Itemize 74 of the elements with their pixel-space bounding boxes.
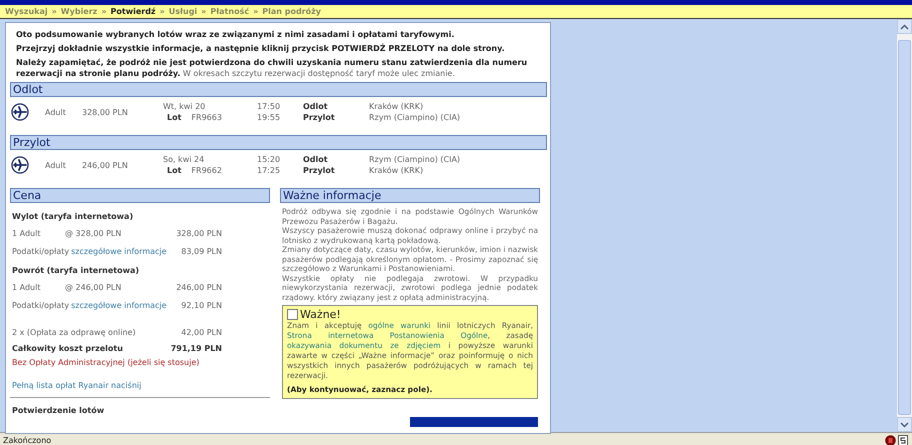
- departure-airport: Kraków (KRK): [369, 101, 424, 112]
- details-link[interactable]: szczegółowe informacje: [71, 247, 167, 257]
- flight-date: So, kwi 24: [163, 154, 206, 165]
- fees-list-link[interactable]: Pełną lista opłat Ryanair naciśnij: [12, 381, 270, 390]
- passenger-type: Adult: [45, 160, 67, 170]
- intro-text: Należy zapamiętać, że podróż nie jest potwierdzona do chwili uzyskania numeru stanu zatwierdzenia dla numeru rezerwacji na stronie planu podróży. W okresach szczytu rezerwacji dostępność taryf może ulec zmianie.: [16, 57, 528, 79]
- breadcrumb-step[interactable]: Wyszukaj: [5, 7, 48, 16]
- total-amount: 791,19 PLN: [170, 344, 222, 354]
- departure-label: Odlot: [303, 101, 329, 112]
- confirm-heading: Potwierdzenie lotów: [12, 406, 106, 415]
- breadcrumb-step[interactable]: Usługi: [168, 7, 198, 16]
- total-label: Całkowity koszt przelotu: [12, 344, 123, 354]
- departure-time: 15:20: [257, 154, 282, 165]
- section-header: Ważne informacje: [280, 188, 540, 203]
- unit-price: @ 328,00 PLN: [65, 229, 122, 239]
- checkbox[interactable]: [287, 309, 298, 320]
- tax-label: Podatki/opłaty: [12, 301, 70, 311]
- amount: 246,00 PLN: [175, 283, 222, 293]
- arrival-airport: Kraków (KRK): [369, 165, 424, 176]
- flight-label: Lot: [167, 166, 182, 175]
- separator: »: [253, 7, 258, 16]
- consent-title: Ważne!: [300, 308, 341, 321]
- caret-up-icon: [900, 24, 909, 30]
- intro-text: Oto podsumowanie wybranych lotów wraz ze związanymi z nimi zasadami i opłatami taryfowymi.: [16, 29, 456, 40]
- breadcrumb-step[interactable]: Plan podróży: [262, 7, 321, 16]
- amount: 328,00 PLN: [175, 229, 222, 239]
- passenger-type: Adult: [45, 108, 67, 116]
- departure-airport: Rzym (Ciampino) (CIA): [369, 154, 460, 165]
- scrollbar[interactable]: [897, 19, 912, 432]
- fee-label: 2 x (Opłata za odprawę online): [12, 328, 136, 338]
- breadcrumb-step[interactable]: Wybierz: [60, 7, 98, 16]
- details-link[interactable]: szczegółowe informacje: [71, 301, 167, 311]
- separator: »: [201, 7, 206, 16]
- passenger-count: 1 Adult: [12, 229, 42, 239]
- separator: »: [52, 7, 57, 16]
- departure-time: 17:50: [257, 101, 282, 112]
- flight-label: Lot: [167, 113, 182, 122]
- arrival-airport: Rzym (Ciampino) (CIA): [369, 112, 460, 123]
- amount: 42,00 PLN: [180, 328, 222, 338]
- flight-number: FR9662: [191, 166, 222, 175]
- fare-heading: Powrót (taryfa internetowa): [12, 266, 140, 275]
- page-icon[interactable]: [898, 434, 908, 445]
- fare-heading: Wylot (taryfa internetowa): [12, 212, 134, 221]
- intro-text: Przejrzyj dokładnie wszystkie informacje, a następnie kliknij przycisk POTWIERDŹ PRZELOTY na dole strony.: [16, 43, 506, 54]
- section-header: Cena: [10, 188, 270, 203]
- section-header: Przylot: [10, 135, 547, 150]
- flight-date: Wt, kwi 20: [163, 101, 206, 112]
- departure-label: Odlot: [303, 154, 329, 165]
- flight-number: FR9663: [191, 113, 222, 122]
- stop-icon[interactable]: [885, 434, 896, 445]
- fee-note: Bez Opłaty Administracyjnej (jeżeli się stosuje): [12, 358, 200, 367]
- arrival-time: 17:25: [257, 165, 282, 176]
- breadcrumb-step[interactable]: Potwierdź: [110, 7, 156, 16]
- scroll-up-button[interactable]: [897, 19, 912, 34]
- breadcrumb-step[interactable]: Płatność: [210, 7, 250, 16]
- status-text: Zakończono: [3, 436, 52, 444]
- separator: »: [160, 7, 165, 16]
- amount: 83,09 PLN: [180, 247, 222, 257]
- separator: »: [101, 7, 107, 16]
- caret-down-icon: [900, 422, 909, 428]
- plane-icon: [11, 156, 29, 174]
- scroll-thumb[interactable]: [898, 40, 911, 415]
- amount: 92,10 PLN: [180, 301, 222, 311]
- scroll-down-button[interactable]: [897, 417, 912, 432]
- arrival-label: Przylot: [303, 165, 336, 176]
- fare-price: 328,00 PLN: [82, 108, 129, 116]
- arrival-label: Przylot: [303, 112, 336, 123]
- passenger-count: 1 Adult: [12, 283, 42, 293]
- tax-label: Podatki/opłaty: [12, 247, 70, 257]
- unit-price: @ 246,00 PLN: [65, 283, 122, 293]
- arrival-time: 19:55: [257, 112, 282, 123]
- section-header: Odlot: [10, 82, 547, 97]
- fare-price: 246,00 PLN: [82, 160, 129, 170]
- plane-icon: [11, 103, 29, 121]
